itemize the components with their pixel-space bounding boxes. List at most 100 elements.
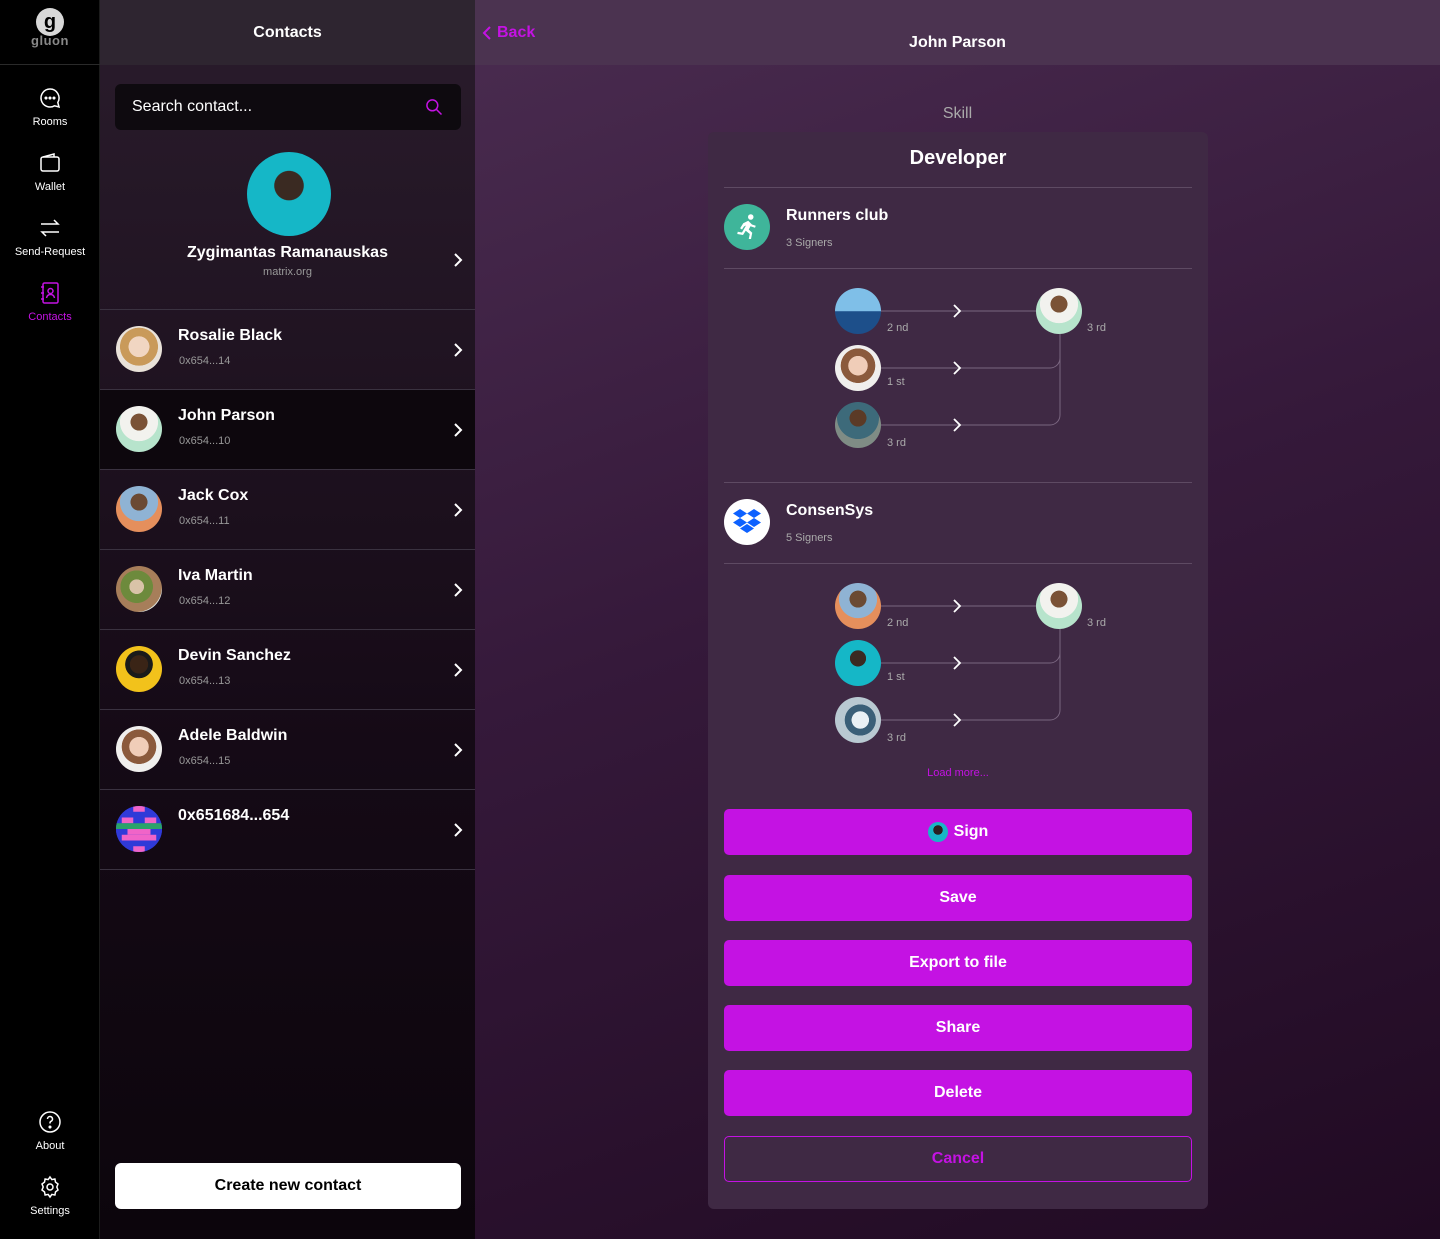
sign-label: Sign [953,823,989,840]
dropbox-icon [724,499,770,545]
nav-label-about: About [35,1140,65,1152]
nav-label-settings: Settings [30,1205,70,1217]
nav-label-rooms: Rooms [32,116,68,128]
share-button[interactable]: Share [724,1005,1192,1051]
contact-name: Jack Cox [178,487,249,504]
avatar [116,326,162,372]
wallet-icon [40,153,60,172]
identicon-icon [116,806,162,852]
contact-name: Devin Sanchez [178,647,291,664]
target-avatar [1036,288,1082,334]
nav-item-rooms[interactable]: Rooms [0,86,100,142]
help-circle-icon [39,1111,61,1133]
contact-detail-panel: Back John Parson Skill Developer Runners… [475,0,1440,1239]
org-consensys[interactable]: ConsenSys 5 Signers [724,499,1192,559]
skill-name: Developer [909,147,1007,169]
contact-row-john-parson[interactable]: John Parson 0x654...10 [100,390,475,470]
cancel-button[interactable]: Cancel [724,1136,1192,1182]
my-name: Zygimantas Ramanauskas [187,244,388,261]
export-to-file-button[interactable]: Export to file [724,940,1192,986]
contact-address: 0x654...13 [179,675,231,687]
main-nav: g gluon Rooms Wallet Send-Request Contac… [0,0,100,1239]
sign-button[interactable]: Sign [724,809,1192,855]
gluon-logo-icon: g [36,8,64,36]
signer-rank: 3 rd [887,732,906,744]
search-contact-input[interactable]: Search contact... [115,84,461,130]
contact-name: Rosalie Black [178,327,283,344]
contact-address: 0x654...12 [179,595,231,607]
chevron-right-icon [454,743,463,757]
nav-label-contacts: Contacts [28,311,72,323]
avatar [116,406,162,452]
nav-item-send-request[interactable]: Send-Request [0,216,100,272]
divider [724,268,1192,269]
logo: g gluon [0,0,100,65]
contact-name: 0x651684...654 [178,807,290,824]
signer-avatar [835,288,881,334]
search-icon[interactable] [424,97,444,117]
load-more-link[interactable]: Load more... [708,767,1208,779]
chevron-right-icon [454,663,463,677]
target-avatar [1036,583,1082,629]
transfer-arrows-icon [40,219,60,237]
detail-title: John Parson [909,34,1006,51]
app: g gluon Rooms Wallet Send-Request Contac… [0,0,1440,1239]
contact-address: 0x654...15 [179,755,231,767]
signer-rank: 3 rd [887,437,906,449]
gear-icon [41,1175,59,1199]
my-profile[interactable]: Zygimantas Ramanauskas matrix.org [100,150,475,310]
signer-rank: 1 st [887,376,905,388]
contact-name: Adele Baldwin [178,727,288,744]
skill-label: Skill [942,105,973,122]
signer-avatar [835,640,881,686]
avatar [116,646,162,692]
chevron-right-icon [454,343,463,357]
signer-rank: 2 nd [887,617,909,629]
contact-row-adele-baldwin[interactable]: Adele Baldwin 0x654...15 [100,710,475,790]
org-runners-club[interactable]: Runners club 3 Signers [724,204,1192,264]
identicon-avatar [116,806,162,852]
chevron-right-icon [454,253,463,267]
contact-address: 0x654...10 [179,435,231,447]
nav-label-send-request: Send-Request [14,246,86,258]
contact-address: 0x654...14 [179,355,231,367]
avatar [116,486,162,532]
signer-avatar [835,345,881,391]
avatar [927,822,948,842]
nav-item-settings[interactable]: Settings [0,1175,100,1231]
search-placeholder: Search contact... [132,98,253,115]
target-rank: 3 rd [1087,617,1106,629]
divider [724,482,1192,483]
contact-row-address[interactable]: 0x651684...654 [100,790,475,870]
avatar [116,726,162,772]
chain-connector-lines [880,304,1061,432]
nav-item-about[interactable]: About [0,1110,100,1166]
save-button[interactable]: Save [724,875,1192,921]
chevron-right-icon [454,423,463,437]
avatar [116,566,162,612]
my-server: matrix.org [263,266,312,278]
chat-bubble-icon [40,88,61,109]
chevron-right-icon [454,583,463,597]
nav-label-wallet: Wallet [34,181,66,193]
contacts-icon [41,282,59,304]
contact-row-iva-martin[interactable]: Iva Martin 0x654...12 [100,550,475,630]
nav-item-wallet[interactable]: Wallet [0,151,100,207]
signer-rank: 1 st [887,671,905,683]
contact-row-devin-sanchez[interactable]: Devin Sanchez 0x654...13 [100,630,475,710]
create-new-contact-button[interactable]: Create new contact [115,1163,461,1209]
contacts-panel: Contacts Search contact... Zygimantas Ra… [100,0,475,1239]
delete-button[interactable]: Delete [724,1070,1192,1116]
contact-row-jack-cox[interactable]: Jack Cox 0x654...11 [100,470,475,550]
signer-avatar [835,402,881,448]
signer-avatar [835,583,881,629]
chain-connector-lines [880,599,1061,727]
contact-address: 0x654...11 [179,515,230,527]
nav-item-contacts[interactable]: Contacts [0,281,100,337]
signer-avatar [835,697,881,743]
signer-chain-consensys: 2 nd 1 st 3 rd 3 rd [708,577,1208,757]
contact-row-rosalie-black[interactable]: Rosalie Black 0x654...14 [100,310,475,390]
org-signers: 5 Signers [786,532,833,544]
chevron-right-icon [454,503,463,517]
chevron-right-icon [454,823,463,837]
